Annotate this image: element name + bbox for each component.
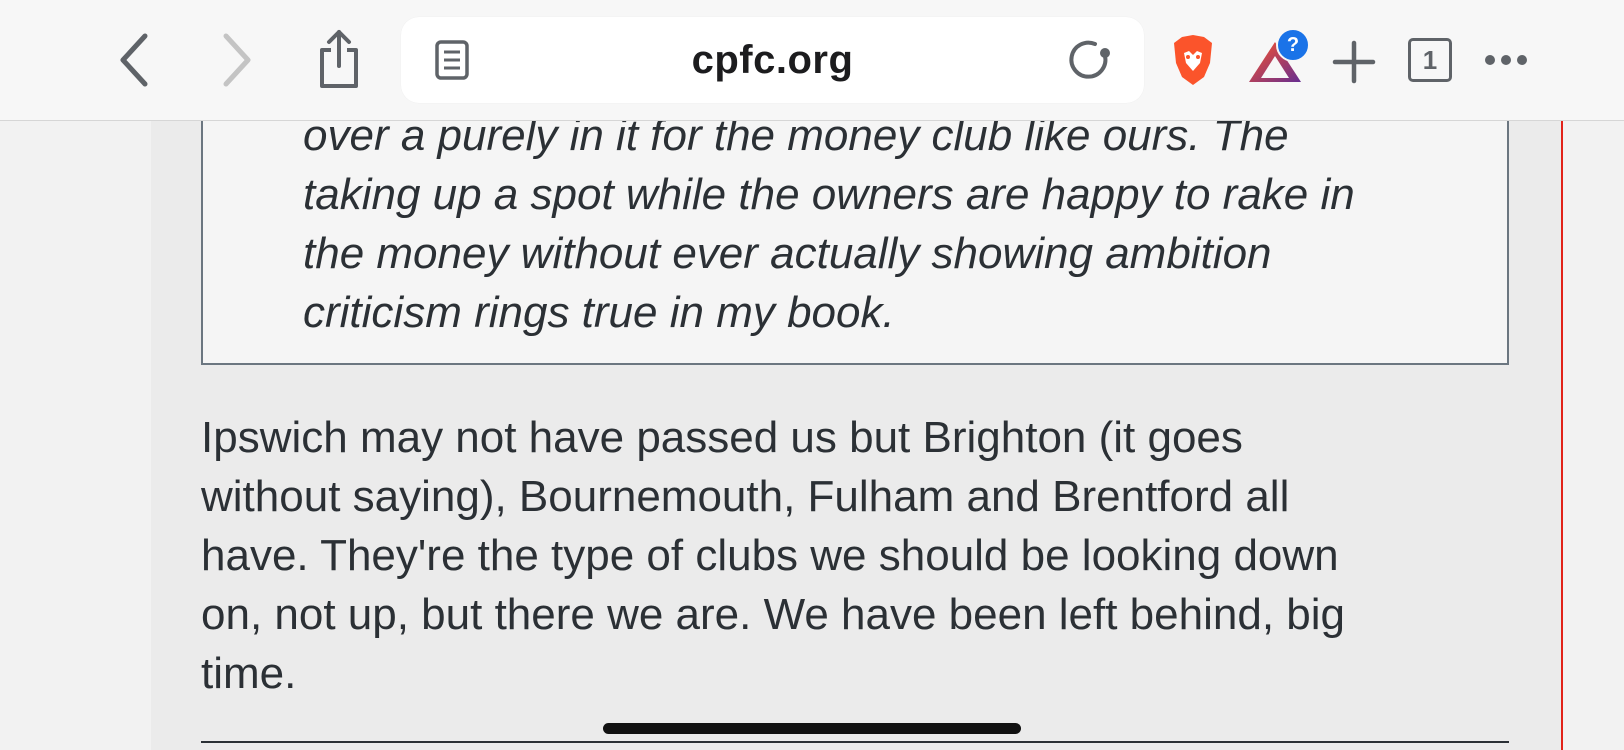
chevron-right-icon [223, 33, 251, 87]
blockquote-text: over a purely in it for the money club l… [303, 106, 1493, 342]
quote-line: criticism rings true in my book. [303, 288, 895, 337]
plus-icon [1332, 40, 1376, 84]
reload-icon [1069, 40, 1110, 79]
paragraph-line: have. They're the type of clubs we shoul… [201, 531, 1339, 580]
rewards-badge: ? [1276, 28, 1310, 62]
paragraph-line: without saying), Bournemouth, Fulham and… [201, 472, 1290, 521]
article-paragraph: Ipswich may not have passed us but Brigh… [201, 408, 1501, 703]
url-text[interactable]: cpfc.org [401, 17, 1144, 103]
new-tab-button[interactable] [1330, 38, 1378, 86]
brave-shields-button[interactable] [1168, 32, 1218, 88]
forward-button[interactable] [206, 30, 266, 90]
paragraph-line: time. [201, 649, 297, 698]
section-divider [201, 741, 1509, 743]
browser-window: over a purely in it for the money club l… [0, 0, 1624, 750]
paragraph-line: on, not up, but there we are. We have be… [201, 590, 1345, 639]
page-edge-rule [1561, 120, 1563, 750]
address-bar[interactable]: cpfc.org [401, 17, 1144, 103]
back-button[interactable] [105, 30, 165, 90]
quote-line: taking up a spot while the owners are ha… [303, 170, 1355, 219]
share-icon [320, 30, 358, 88]
share-button[interactable] [311, 26, 367, 92]
chevron-left-icon [120, 33, 148, 87]
paragraph-line: Ipswich may not have passed us but Brigh… [201, 413, 1243, 462]
tabs-button[interactable]: 1 [1408, 38, 1452, 82]
more-icon [1485, 55, 1527, 65]
brave-lion-icon [1174, 35, 1212, 85]
home-indicator[interactable] [603, 723, 1021, 734]
reload-button[interactable] [1064, 35, 1114, 85]
more-menu-button[interactable] [1482, 40, 1530, 80]
browser-toolbar: cpfc.org ? 1 [0, 0, 1624, 121]
quote-line: the money without ever actually showing … [303, 229, 1272, 278]
